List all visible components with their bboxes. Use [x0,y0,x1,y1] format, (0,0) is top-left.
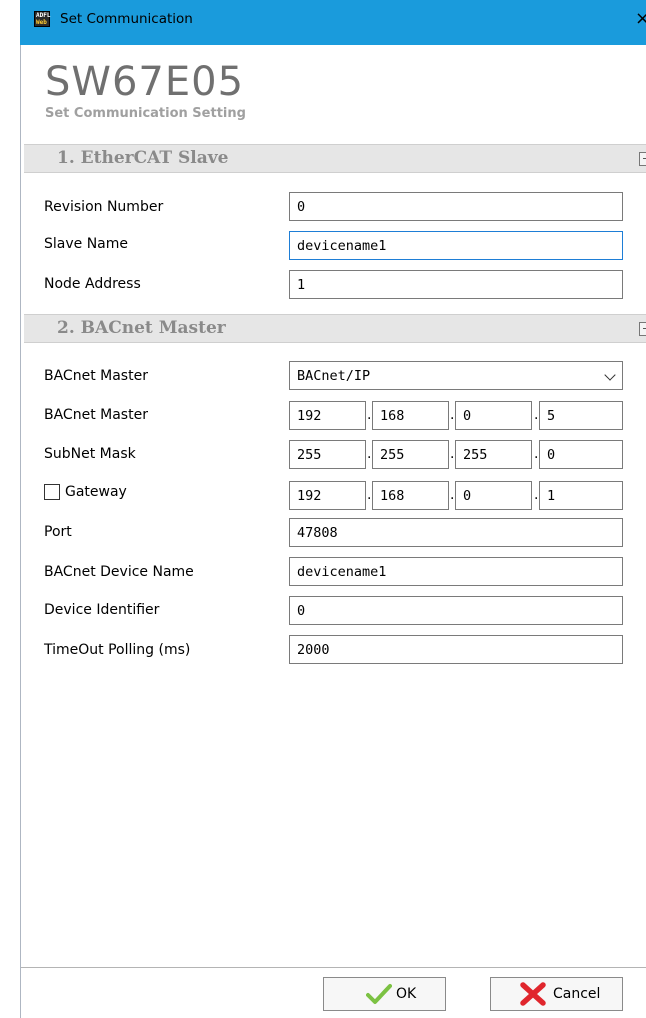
bacnet-master-ip-octet-4[interactable]: 5 [539,401,623,430]
gateway-octet-2[interactable]: 168 [372,481,449,510]
node-address-input[interactable]: 1 [289,270,623,299]
subnet-mask-octet-4[interactable]: 0 [539,440,623,469]
ok-button[interactable]: OK [323,977,446,1011]
device-name-label: BACnet Device Name [44,564,194,580]
bacnet-master-type-select[interactable]: BACnet/IP [289,361,623,390]
bacnet-master-ip-octet-1[interactable]: 192 [289,401,366,430]
cancel-button[interactable]: Cancel [490,977,623,1011]
device-name-input[interactable]: devicename1 [289,557,623,586]
subnet-mask-octet-3[interactable]: 255 [455,440,532,469]
window-title: Set Communication [60,11,193,27]
section-title: 1. EtherCAT Slave [57,148,229,168]
gateway-octet-1[interactable]: 192 [289,481,366,510]
timeout-polling-label: TimeOut Polling (ms) [44,642,191,658]
collapse-icon[interactable] [639,152,646,166]
subnet-mask-octet-1[interactable]: 255 [289,440,366,469]
footer-divider [21,967,646,968]
subnet-mask-label: SubNet Mask [44,446,136,462]
node-address-label: Node Address [44,276,141,292]
close-icon[interactable]: × [635,8,646,29]
port-input[interactable]: 47808 [289,518,623,547]
ok-label: OK [396,986,417,1002]
window-left-border [20,45,21,1018]
gateway-octet-4[interactable]: 1 [539,481,623,510]
subnet-mask-octet-2[interactable]: 255 [372,440,449,469]
gateway-label[interactable]: Gateway [65,484,127,500]
bacnet-master-ip-octet-3[interactable]: 0 [455,401,532,430]
app-name: SW67E05 [45,59,245,105]
cancel-label: Cancel [553,986,601,1002]
slave-name-label: Slave Name [44,236,129,252]
title-bar[interactable]: ADFL Web Set Communication × [20,0,646,45]
slave-name-input[interactable]: devicename1 [289,231,623,260]
app-subtitle: Set Communication Setting [45,106,246,121]
section-title: 2. BACnet Master [57,318,226,338]
device-identifier-label: Device Identifier [44,602,160,618]
timeout-polling-input[interactable]: 2000 [289,635,623,664]
gateway-checkbox[interactable] [44,484,60,500]
revision-number-input[interactable]: 0 [289,192,623,221]
app-icon-bottom-text: Web [36,19,47,26]
bacnet-master-type-label: BACnet Master [44,368,148,384]
red-x-icon [520,982,546,1006]
gateway-octet-3[interactable]: 0 [455,481,532,510]
device-identifier-input[interactable]: 0 [289,596,623,625]
port-label: Port [44,524,72,540]
revision-number-label: Revision Number [44,199,164,215]
app-icon: ADFL Web [34,11,50,27]
bacnet-master-ip-label: BACnet Master [44,407,148,423]
section-bacnet-master-header[interactable]: 2. BACnet Master [24,314,646,343]
bacnet-master-ip-octet-2[interactable]: 168 [372,401,449,430]
checkmark-icon [366,984,392,1004]
collapse-icon[interactable] [639,322,646,336]
section-ethercat-slave-header[interactable]: 1. EtherCAT Slave [24,144,646,173]
